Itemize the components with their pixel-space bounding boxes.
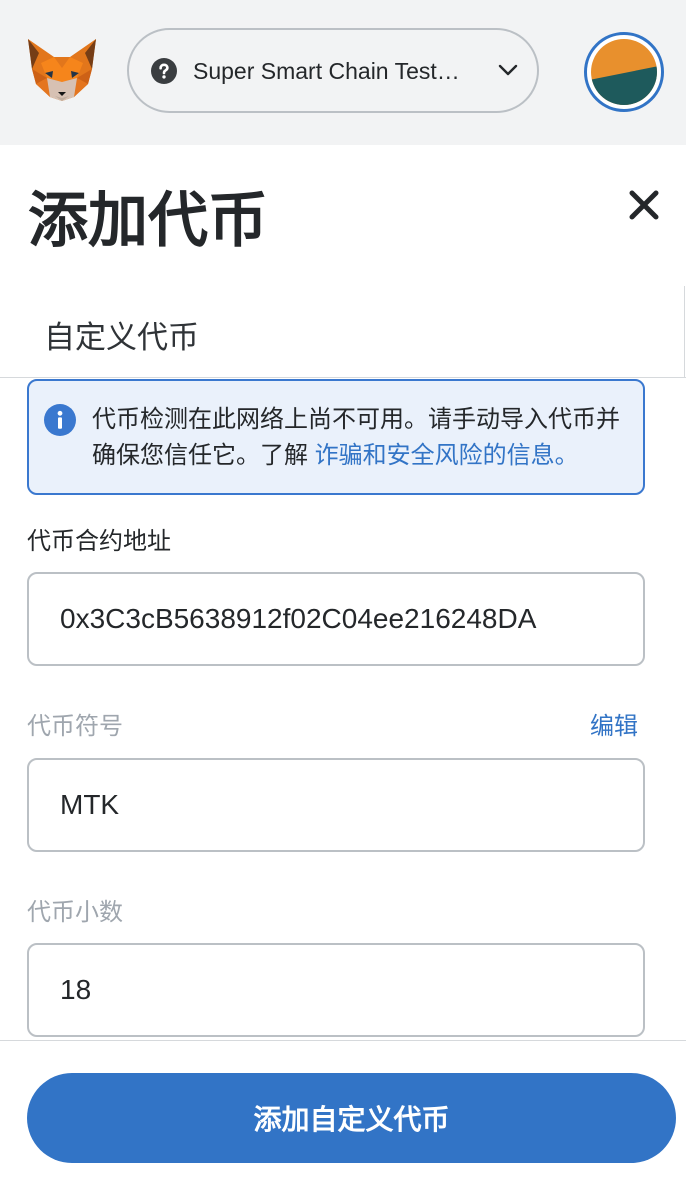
info-icon — [44, 404, 76, 436]
add-custom-token-button[interactable]: 添加自定义代币 — [27, 1073, 676, 1163]
token-decimals-label: 代币小数 — [27, 899, 123, 926]
tab-divider — [0, 377, 686, 378]
notice-message: 代币检测在此网络上尚不可用。请手动导入代币并确保您信任它。了解 诈骗和安全风险的… — [92, 402, 632, 474]
add-token-screen: Super Smart Chain Test… 添加代币 自定义代币 代币检测在… — [0, 0, 686, 1192]
token-decimals-input[interactable] — [27, 943, 645, 1037]
page-title: 添加代币 — [28, 187, 268, 254]
token-symbol-input[interactable] — [27, 758, 645, 852]
token-symbol-label: 代币符号 — [27, 713, 123, 740]
footer-divider — [0, 1040, 686, 1041]
question-circle-icon — [151, 57, 177, 84]
metamask-fox-icon[interactable] — [27, 38, 97, 102]
network-name: Super Smart Chain Test… — [193, 57, 460, 84]
edit-symbol-link[interactable]: 编辑 — [590, 713, 638, 741]
app-header: Super Smart Chain Test… — [0, 0, 686, 145]
contract-address-label: 代币合约地址 — [27, 528, 171, 555]
close-icon — [629, 190, 659, 220]
chevron-down-icon — [498, 64, 518, 76]
close-button[interactable] — [628, 189, 660, 221]
account-avatar-icon[interactable] — [584, 32, 664, 112]
scroll-area-edge — [684, 286, 685, 378]
tab-custom-token[interactable]: 自定义代币 — [44, 320, 199, 356]
scam-risk-info-link[interactable]: 诈骗和安全风险的信息。 — [315, 442, 579, 469]
contract-address-input[interactable] — [27, 572, 645, 666]
network-selector[interactable]: Super Smart Chain Test… — [127, 28, 539, 113]
